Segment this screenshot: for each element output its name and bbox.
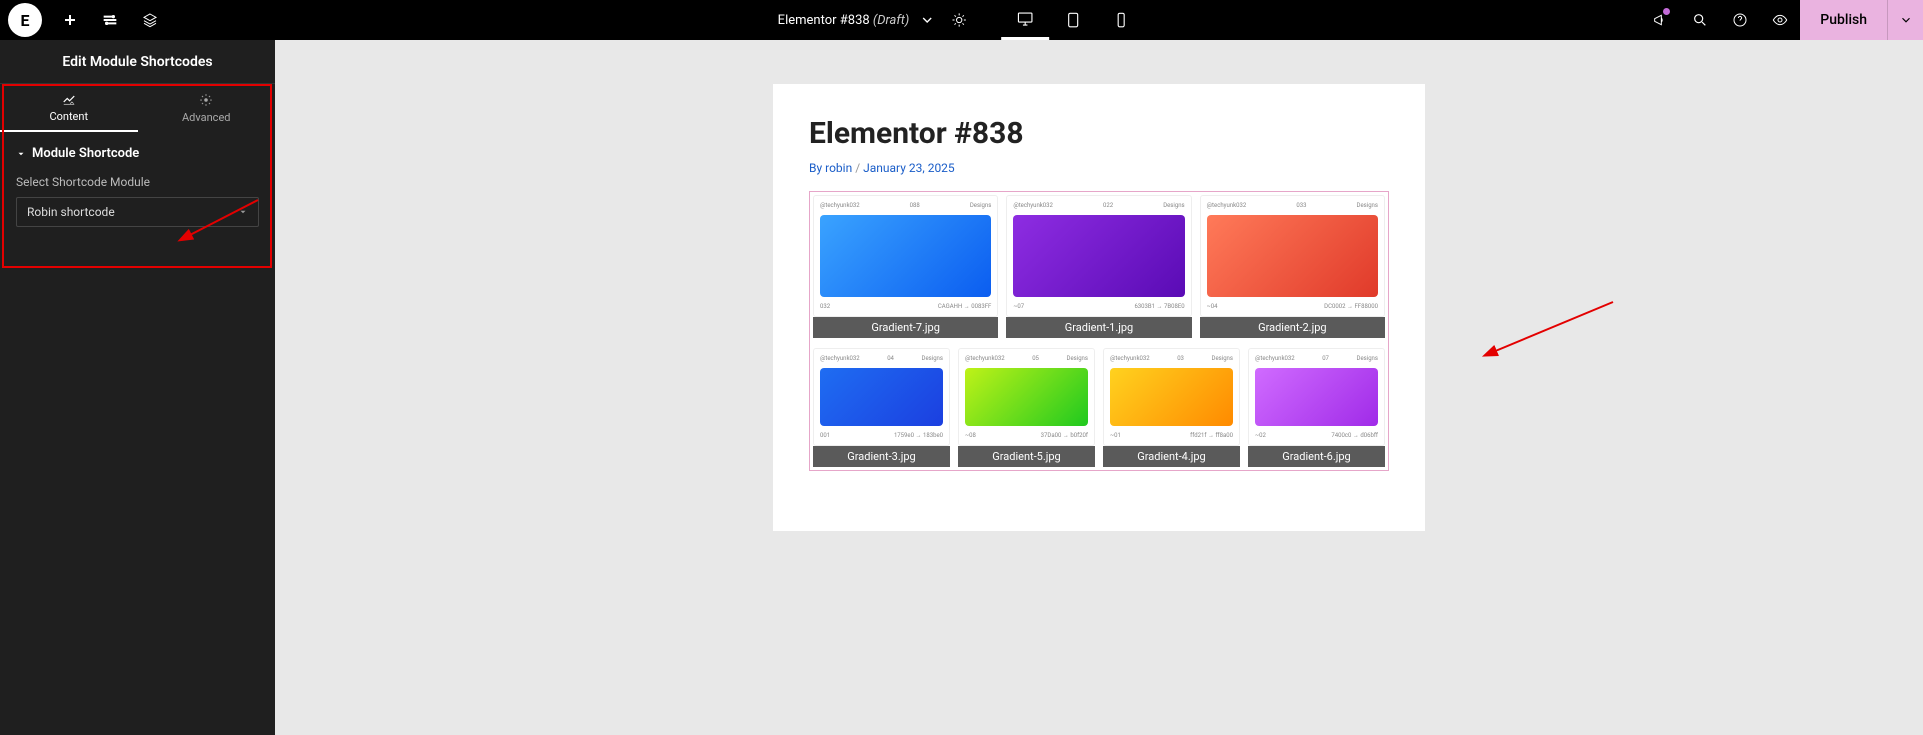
tab-advanced-label: Advanced bbox=[182, 111, 230, 124]
gallery-card[interactable]: @techyunk032088Designs032CAGAHH → 0083FF… bbox=[813, 195, 998, 338]
page-title: Elementor #838 bbox=[809, 116, 1389, 151]
gallery-caption: Gradient-7.jpg bbox=[813, 317, 998, 338]
gallery-card[interactable]: @techyunk032033Designs~04DC0002 → FF8800… bbox=[1200, 195, 1385, 338]
gradient-swatch bbox=[965, 368, 1088, 426]
caret-down-icon bbox=[16, 149, 26, 159]
publish-button[interactable]: Publish bbox=[1800, 0, 1887, 40]
notification-dot bbox=[1663, 8, 1670, 15]
gallery-card[interactable]: @techyunk03204Designs0011759e0 → 183be0G… bbox=[813, 348, 950, 467]
shortcode-widget[interactable]: @techyunk032088Designs032CAGAHH → 0083FF… bbox=[809, 191, 1389, 471]
field-label-select-module: Select Shortcode Module bbox=[16, 175, 259, 189]
elementor-logo[interactable]: E bbox=[8, 3, 42, 37]
gallery-thumb: @techyunk032033Designs~04DC0002 → FF8800… bbox=[1200, 195, 1385, 317]
dropdown-value: Robin shortcode bbox=[27, 205, 115, 219]
editor-canvas[interactable]: Elementor #838 By robin / January 23, 20… bbox=[275, 40, 1923, 735]
page-settings-gear-icon[interactable] bbox=[945, 0, 973, 40]
gallery-card[interactable]: @techyunk032022Designs~076303B1 → 7B08E0… bbox=[1006, 195, 1191, 338]
tab-content-label: Content bbox=[49, 110, 88, 123]
gradient-swatch bbox=[1255, 368, 1378, 426]
panel-tabs: Content Advanced bbox=[0, 84, 275, 132]
post-meta: By robin / January 23, 2025 bbox=[809, 161, 1389, 175]
gallery-card[interactable]: @techyunk03205Designs~0837Da00 → b0f20fG… bbox=[958, 348, 1095, 467]
add-button[interactable] bbox=[50, 0, 90, 40]
gallery-thumb: @techyunk03205Designs~0837Da00 → b0f20f bbox=[958, 348, 1095, 446]
gallery-caption: Gradient-4.jpg bbox=[1103, 446, 1240, 467]
section-title: Module Shortcode bbox=[32, 146, 139, 161]
whats-new-icon[interactable] bbox=[1640, 0, 1680, 40]
gradient-swatch bbox=[820, 215, 991, 297]
gallery-card[interactable]: @techyunk03203Designs~01ffd21f → ff8a00G… bbox=[1103, 348, 1240, 467]
page-content: Elementor #838 By robin / January 23, 20… bbox=[773, 84, 1425, 531]
date-link[interactable]: January 23, 2025 bbox=[863, 161, 955, 175]
navigator-button[interactable] bbox=[130, 0, 170, 40]
top-header: E Elementor #838 (Draft) Publish bbox=[0, 0, 1923, 40]
sidebar-panel: Edit Module Shortcodes Content Advanced … bbox=[0, 40, 275, 735]
gradient-swatch bbox=[1013, 215, 1184, 297]
shortcode-module-select[interactable]: Robin shortcode bbox=[16, 197, 259, 227]
device-desktop-icon[interactable] bbox=[1001, 0, 1049, 40]
section-toggle-module-shortcode[interactable]: Module Shortcode bbox=[0, 132, 275, 171]
doc-title: Elementor #838 (Draft) bbox=[778, 13, 910, 28]
tab-advanced[interactable]: Advanced bbox=[138, 84, 276, 132]
annotation-arrow-right bbox=[1481, 298, 1621, 368]
panel-title: Edit Module Shortcodes bbox=[0, 40, 275, 84]
gallery-thumb: @techyunk032022Designs~076303B1 → 7B08E0 bbox=[1006, 195, 1191, 317]
preview-eye-icon[interactable] bbox=[1760, 0, 1800, 40]
gallery-thumb: @techyunk032088Designs032CAGAHH → 0083FF bbox=[813, 195, 998, 317]
gallery-thumb: @techyunk03203Designs~01ffd21f → ff8a00 bbox=[1103, 348, 1240, 446]
gradient-swatch bbox=[820, 368, 943, 426]
device-mobile-icon[interactable] bbox=[1097, 0, 1145, 40]
chevron-down-icon bbox=[238, 207, 248, 217]
gallery-caption: Gradient-5.jpg bbox=[958, 446, 1095, 467]
tab-content[interactable]: Content bbox=[0, 84, 138, 132]
settings-sliders-button[interactable] bbox=[90, 0, 130, 40]
gallery-thumb: @techyunk03204Designs0011759e0 → 183be0 bbox=[813, 348, 950, 446]
gallery-caption: Gradient-2.jpg bbox=[1200, 317, 1385, 338]
gallery-caption: Gradient-6.jpg bbox=[1248, 446, 1385, 467]
gallery-row-2: @techyunk03204Designs0011759e0 → 183be0G… bbox=[813, 348, 1385, 467]
gallery-thumb: @techyunk03207Designs~027400c0 → d06bff bbox=[1248, 348, 1385, 446]
device-tablet-icon[interactable] bbox=[1049, 0, 1097, 40]
help-icon[interactable] bbox=[1720, 0, 1760, 40]
gradient-swatch bbox=[1207, 215, 1378, 297]
doc-switcher-chevron-down-icon[interactable] bbox=[915, 0, 939, 40]
finder-search-icon[interactable] bbox=[1680, 0, 1720, 40]
gallery-caption: Gradient-1.jpg bbox=[1006, 317, 1191, 338]
gallery-row-1: @techyunk032088Designs032CAGAHH → 0083FF… bbox=[813, 195, 1385, 338]
gradient-swatch bbox=[1110, 368, 1233, 426]
publish-options-chevron-down-icon[interactable] bbox=[1887, 0, 1923, 40]
gallery-card[interactable]: @techyunk03207Designs~027400c0 → d06bffG… bbox=[1248, 348, 1385, 467]
gallery-caption: Gradient-3.jpg bbox=[813, 446, 950, 467]
author-link[interactable]: robin bbox=[825, 161, 852, 175]
